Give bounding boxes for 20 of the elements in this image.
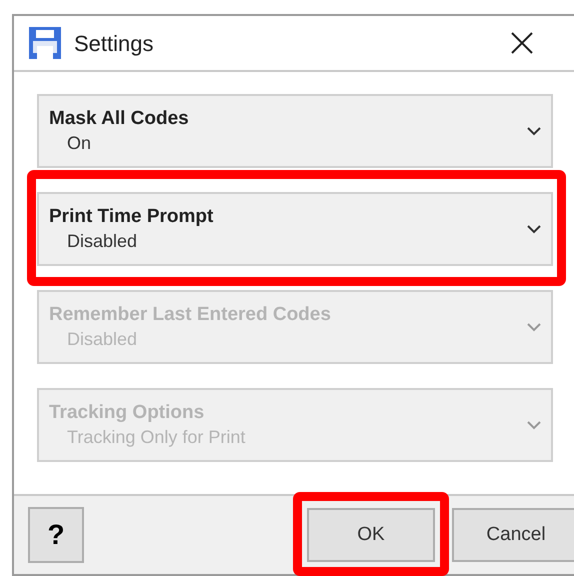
chevron-down-icon [527, 126, 541, 136]
setting-label: Print Time Prompt [49, 204, 214, 229]
setting-label: Remember Last Entered Codes [49, 302, 331, 327]
close-icon [510, 30, 534, 55]
help-button[interactable]: ? [28, 507, 84, 563]
chevron-down-icon [527, 420, 541, 430]
chevron-down-icon [527, 224, 541, 234]
printer-icon [28, 26, 62, 60]
settings-dropdown[interactable]: Print Time Prompt Disabled [37, 192, 553, 266]
setting-value: Tracking Only for Print [66, 426, 246, 449]
setting-label: Mask All Codes [49, 106, 189, 131]
window-title: Settings [74, 30, 154, 58]
cancel-button[interactable]: Cancel [452, 508, 574, 562]
chevron-down-icon [527, 322, 541, 332]
ok-button[interactable]: OK [307, 508, 435, 562]
settings-dropdown[interactable]: Mask All Codes On [37, 94, 553, 168]
setting-value: Disabled [66, 230, 138, 253]
setting-value: Disabled [66, 328, 138, 351]
setting-value: On [66, 132, 92, 155]
setting-label: Tracking Options [49, 400, 206, 425]
